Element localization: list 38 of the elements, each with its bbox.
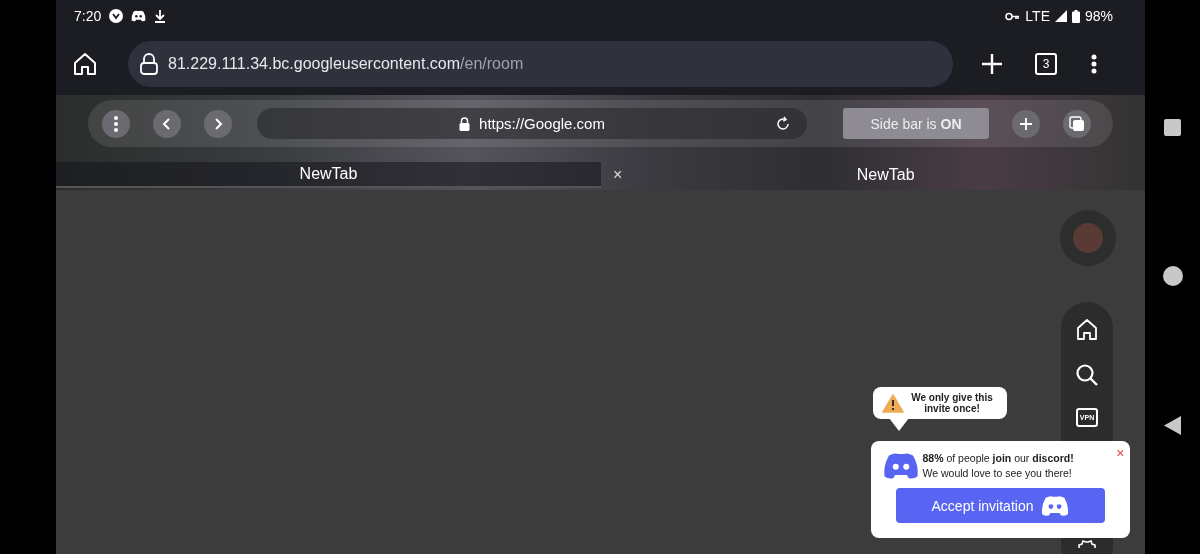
browser-tab[interactable]: NewTab (56, 162, 601, 188)
address-bar[interactable]: 81.229.111.34.bc.googleusercontent.com/en/room (128, 40, 953, 87)
home-button[interactable] (1162, 266, 1183, 286)
warning-icon (882, 393, 904, 413)
invite-subline: We would love to see you there! (922, 466, 1073, 481)
back-button[interactable] (153, 109, 181, 138)
url-text: 81.229.111.34.bc.googleusercontent.com/en/room (168, 54, 524, 73)
back-button[interactable] (1164, 416, 1181, 435)
close-tab-button[interactable]: × (613, 166, 623, 184)
battery-percent: 98% (1084, 8, 1113, 24)
forward-button[interactable] (204, 109, 232, 138)
signal-icon (1054, 10, 1067, 22)
tab-switcher-button[interactable]: 3 (1035, 52, 1057, 75)
game-controller-icon (1041, 494, 1070, 517)
menu-icon[interactable] (1091, 53, 1097, 74)
home-button[interactable] (72, 51, 98, 76)
search-icon[interactable] (1075, 363, 1099, 387)
game-controller-icon (882, 452, 919, 480)
accept-invitation-button[interactable]: Accept invitation (896, 488, 1105, 523)
close-button[interactable]: × (1116, 445, 1125, 461)
reload-icon[interactable] (775, 115, 791, 132)
new-tab-button[interactable] (981, 52, 1003, 75)
home-icon[interactable] (1075, 318, 1099, 342)
battery-icon (1071, 9, 1080, 23)
invite-headline: 88% of people join our discord! (922, 451, 1074, 466)
network-label: LTE (1025, 8, 1050, 24)
tooltip-text: We only give this invite once! (910, 392, 994, 414)
menu-icon[interactable] (102, 109, 130, 138)
windows-icon[interactable] (1063, 109, 1091, 138)
browser-tab[interactable]: NewTab (626, 162, 1145, 188)
lock-icon (459, 116, 471, 131)
key-icon (1005, 11, 1021, 21)
lock-icon (140, 52, 158, 75)
download-icon (154, 9, 167, 23)
chat-app-icon (131, 10, 147, 22)
clock: 7:20 (74, 8, 102, 24)
add-button[interactable] (1012, 109, 1040, 138)
url-field[interactable]: https://Google.com (257, 108, 807, 139)
